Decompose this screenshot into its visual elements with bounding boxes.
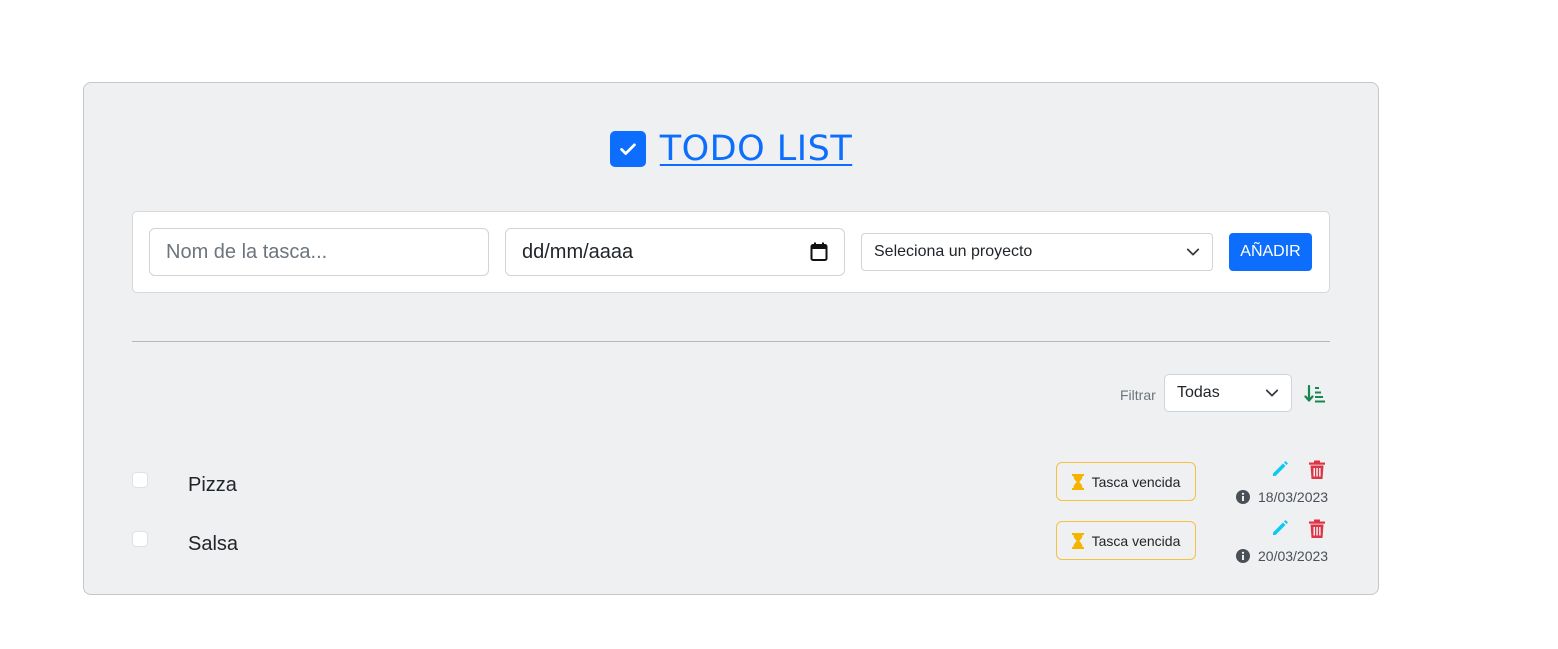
- task-name: Pizza: [188, 474, 237, 496]
- page-title[interactable]: TODO LIST: [660, 129, 852, 169]
- divider: [132, 341, 1330, 342]
- task-row: Salsa Tasca vencida 20/03/2023: [84, 518, 1380, 577]
- pencil-icon[interactable]: [1270, 518, 1290, 538]
- task-name: Salsa: [188, 533, 239, 555]
- project-select[interactable]: Seleciona un proyecto: [861, 233, 1213, 271]
- info-icon: [1236, 490, 1250, 504]
- hourglass-icon: [1071, 473, 1084, 490]
- trash-icon[interactable]: [1308, 519, 1326, 539]
- due-date: 20/03/2023: [1236, 548, 1328, 564]
- page-header: TODO LIST: [84, 129, 1378, 169]
- chevron-down-icon: [1265, 389, 1279, 397]
- due-date-label: 20/03/2023: [1258, 548, 1329, 564]
- due-date-label: 18/03/2023: [1258, 489, 1329, 505]
- add-task-form: dd/mm/aaaa Seleciona un proyecto AÑADIR: [132, 211, 1330, 293]
- status-badge: Tasca vencida: [1056, 462, 1196, 501]
- filter-select[interactable]: Todas: [1164, 374, 1292, 412]
- info-icon: [1236, 549, 1250, 563]
- task-row: Pizza Tasca vencida 18/03/2023: [84, 459, 1380, 518]
- trash-icon[interactable]: [1308, 460, 1326, 480]
- todo-card: TODO LIST dd/mm/aaaa Seleciona un proyec…: [83, 82, 1379, 595]
- due-date: 18/03/2023: [1236, 489, 1328, 505]
- date-input[interactable]: dd/mm/aaaa: [505, 228, 845, 276]
- hourglass-icon: [1071, 532, 1084, 549]
- sort-descending-icon[interactable]: [1304, 383, 1326, 405]
- status-badge: Tasca vencida: [1056, 521, 1196, 560]
- filter-select-value: Todas: [1177, 384, 1220, 401]
- filter-label: Filtrar: [1120, 387, 1156, 403]
- status-badge-label: Tasca vencida: [1091, 473, 1181, 490]
- checkbox-checked-icon: [609, 131, 646, 167]
- project-select-value: Seleciona un proyecto: [874, 243, 1033, 260]
- add-task-button[interactable]: AÑADIR: [1229, 233, 1312, 271]
- pencil-icon[interactable]: [1270, 459, 1290, 479]
- task-checkbox[interactable]: [132, 472, 148, 488]
- status-badge-label: Tasca vencida: [1091, 532, 1181, 549]
- calendar-icon[interactable]: [810, 242, 828, 262]
- task-checkbox[interactable]: [132, 531, 148, 547]
- date-input-value: dd/mm/aaaa: [522, 240, 634, 263]
- chevron-down-icon: [1186, 248, 1200, 256]
- task-name-input[interactable]: [149, 228, 489, 276]
